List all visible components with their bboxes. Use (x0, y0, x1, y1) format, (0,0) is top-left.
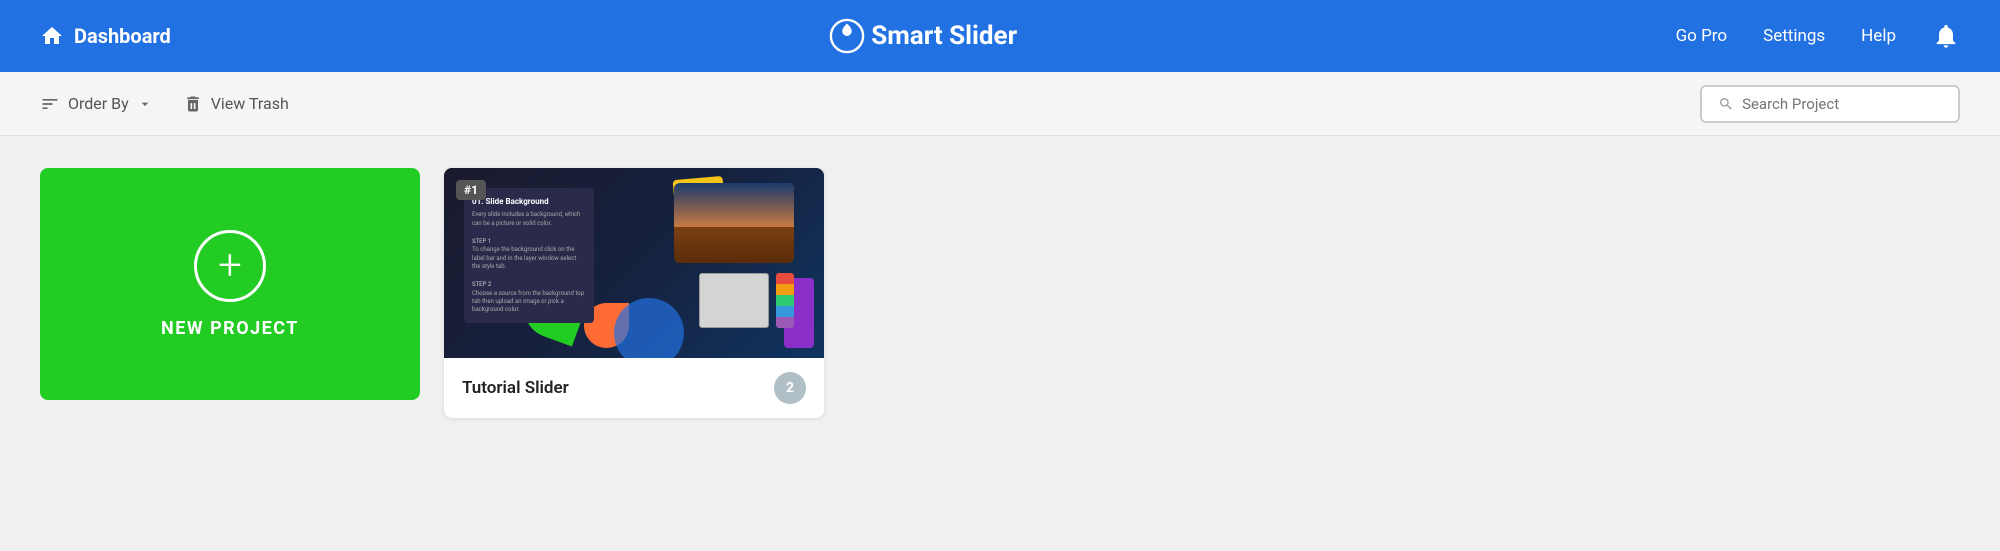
content-area: + NEW PROJECT 01. Slide Background Every… (0, 136, 2000, 450)
search-icon (1718, 95, 1734, 113)
go-pro-link[interactable]: Go Pro (1676, 26, 1728, 46)
sky (674, 183, 794, 227)
dashboard-nav[interactable]: Dashboard (40, 24, 171, 48)
color-bar (776, 273, 794, 328)
help-link[interactable]: Help (1861, 26, 1896, 46)
toolbar: Order By View Trash (0, 72, 2000, 136)
search-box[interactable] (1700, 85, 1960, 123)
ground (674, 227, 794, 263)
view-trash-button[interactable]: View Trash (183, 94, 289, 114)
landscape-image (674, 183, 794, 263)
logo-icon (829, 18, 865, 54)
toolbar-left: Order By View Trash (40, 94, 289, 114)
chevron-down-icon (137, 96, 153, 112)
color-picker (699, 273, 769, 328)
logo-text: Smart Slider (871, 21, 1017, 51)
add-icon: + (194, 230, 266, 302)
slider-title: Tutorial Slider (462, 378, 569, 398)
order-by-button[interactable]: Order By (40, 94, 153, 114)
view-trash-label: View Trash (211, 94, 289, 113)
order-by-label: Order By (68, 94, 129, 113)
slide-info-panel: 01. Slide Background Every slide include… (464, 188, 594, 323)
search-input[interactable] (1742, 95, 1942, 113)
color-strip-green (776, 295, 794, 306)
home-icon (40, 24, 64, 48)
new-project-label: NEW PROJECT (161, 318, 299, 339)
blue-circle (614, 298, 684, 358)
logo: Smart Slider (829, 18, 1017, 54)
trash-icon (183, 94, 203, 114)
thumbnail-inner: 01. Slide Background Every slide include… (444, 168, 824, 358)
color-strip-blue (776, 306, 794, 317)
slider-card-footer: Tutorial Slider 2 (444, 358, 824, 418)
slider-card[interactable]: 01. Slide Background Every slide include… (444, 168, 824, 418)
header-nav: Go Pro Settings Help (1676, 22, 1960, 50)
color-strip-orange (776, 284, 794, 295)
bell-icon[interactable] (1932, 22, 1960, 50)
slide-count: 2 (786, 380, 794, 396)
slider-thumbnail: 01. Slide Background Every slide include… (444, 168, 824, 358)
color-strip-red (776, 273, 794, 284)
order-icon (40, 94, 60, 114)
header: Dashboard Smart Slider Go Pro Settings H… (0, 0, 2000, 72)
new-project-card[interactable]: + NEW PROJECT (40, 168, 420, 400)
dashboard-label: Dashboard (74, 24, 171, 48)
slide-count-badge: 2 (774, 372, 806, 404)
color-strip-purple (776, 317, 794, 328)
settings-link[interactable]: Settings (1763, 26, 1825, 46)
slide-badge: #1 (456, 180, 486, 200)
